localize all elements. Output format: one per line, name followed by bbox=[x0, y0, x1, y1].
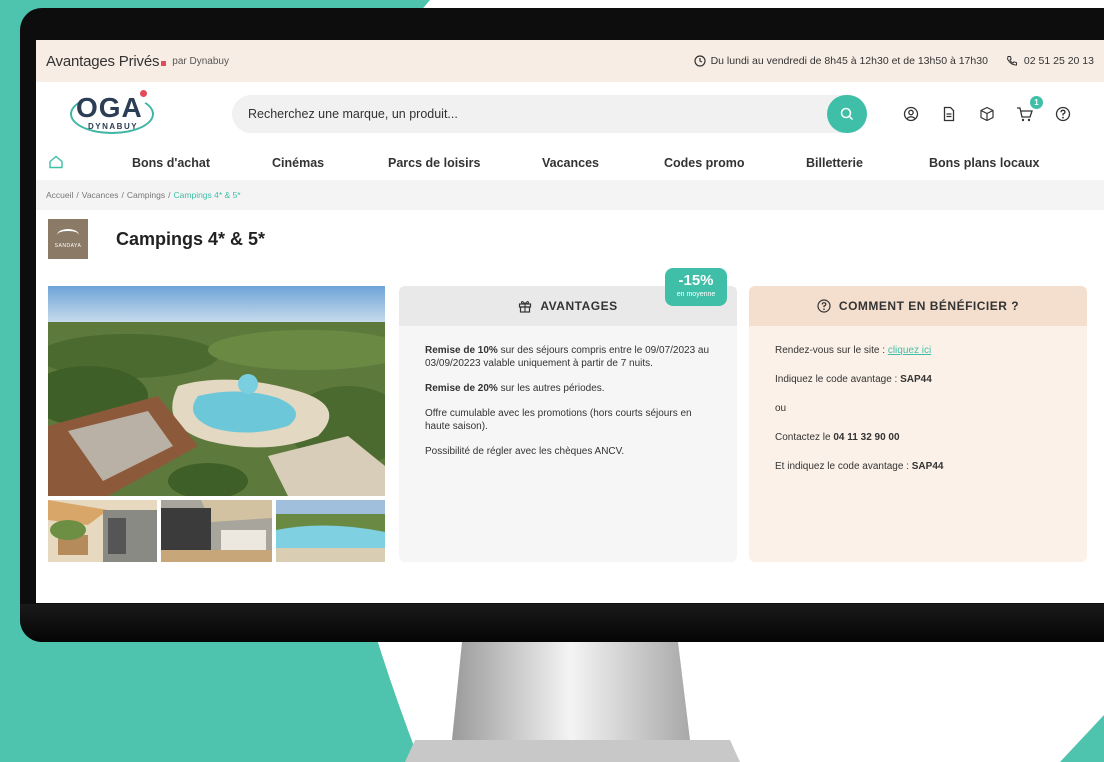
cart-count-badge: 1 bbox=[1030, 96, 1043, 109]
phone-icon bbox=[1006, 56, 1017, 66]
contact-phone-number: 04 11 32 90 00 bbox=[833, 432, 900, 443]
brand-subtitle: par Dynabuy bbox=[172, 55, 229, 67]
thumbnail-pool[interactable] bbox=[276, 500, 385, 562]
clock-icon bbox=[693, 55, 706, 67]
help-button[interactable] bbox=[1053, 104, 1073, 124]
offer-content: AVANTAGES -15% en moyenne Remise de 10% … bbox=[48, 268, 1087, 562]
search-icon bbox=[840, 107, 854, 121]
header-icons: 1 bbox=[901, 96, 1073, 124]
step-visit-site: Rendez-vous sur le site : cliquez ici bbox=[775, 345, 932, 356]
home-icon bbox=[49, 155, 63, 169]
oga-dynabuy-logo[interactable]: OGA DYNABUY bbox=[70, 90, 160, 138]
advantage-1: Remise de 10% sur des séjours compris en… bbox=[425, 345, 710, 369]
step-code-1: Indiquez le code avantage : SAP44 bbox=[775, 374, 932, 385]
how-to-benefit-header: COMMENT EN BÉNÉFICIER ? bbox=[749, 286, 1087, 326]
promo-code-1: SAP44 bbox=[900, 374, 932, 385]
nav-item-vacances[interactable]: Vacances bbox=[542, 156, 599, 170]
breadcrumb: Accueil / Vacances / Campings / Campings 4*… bbox=[36, 180, 1104, 210]
breadcrumb-current: Campings 4* & 5* bbox=[173, 190, 241, 200]
help-icon bbox=[1055, 106, 1071, 122]
cart-icon bbox=[1017, 107, 1033, 122]
phone-number: 02 51 25 20 13 bbox=[1023, 55, 1094, 67]
search-button[interactable] bbox=[827, 95, 867, 133]
advantage-2: Remise de 20% sur les autres périodes. bbox=[425, 383, 605, 394]
discount-caption: en moyenne bbox=[676, 291, 716, 298]
main-photo-campsite-aerial[interactable] bbox=[48, 286, 385, 496]
cart-button[interactable]: 1 bbox=[1015, 96, 1043, 124]
top-bar: Avantages Privés par Dynabuy Du lundi au… bbox=[36, 40, 1104, 82]
discount-badge: -15% en moyenne bbox=[665, 268, 727, 306]
nav-item-billetterie[interactable]: Billetterie bbox=[806, 156, 863, 170]
step-or: ou bbox=[775, 403, 787, 414]
home-link[interactable] bbox=[48, 154, 64, 173]
help-circle-icon bbox=[817, 299, 831, 313]
opening-hours: Du lundi au vendredi de 8h45 à 12h30 et … bbox=[693, 55, 988, 67]
search-bar bbox=[232, 95, 867, 133]
page-header: SANDAYA Campings 4* & 5* bbox=[36, 210, 1104, 268]
nav-item-bons-achat[interactable]: Bons d'achat bbox=[132, 156, 210, 170]
nav-item-parcs-loisirs[interactable]: Parcs de loisirs bbox=[388, 156, 480, 170]
user-icon bbox=[903, 106, 919, 122]
brand-name[interactable]: Avantages Privés bbox=[46, 53, 167, 70]
advantages-card: AVANTAGES -15% en moyenne Remise de 10% … bbox=[399, 268, 737, 562]
discount-percent: -15% bbox=[678, 272, 714, 289]
monitor-chin bbox=[20, 604, 1104, 642]
document-icon bbox=[943, 106, 955, 122]
site-link[interactable]: cliquez ici bbox=[888, 345, 931, 356]
photo-gallery bbox=[48, 286, 385, 562]
contact-phone[interactable]: 02 51 25 20 13 bbox=[1006, 55, 1094, 67]
website-screen: Avantages Privés par Dynabuy Du lundi au… bbox=[36, 40, 1104, 603]
nav-item-bons-plans-locaux[interactable]: Bons plans locaux bbox=[929, 156, 1039, 170]
thumbnail-deck[interactable] bbox=[161, 500, 272, 562]
advantages-body: Remise de 10% sur des séjours compris en… bbox=[399, 326, 737, 488]
box-icon bbox=[980, 106, 994, 122]
step-contact: Contactez le 04 11 32 90 00 bbox=[775, 432, 900, 443]
breadcrumb-accueil[interactable]: Accueil bbox=[46, 190, 73, 200]
breadcrumb-campings[interactable]: Campings bbox=[127, 190, 165, 200]
nav-item-cinemas[interactable]: Cinémas bbox=[272, 156, 324, 170]
advantages-title: AVANTAGES bbox=[540, 299, 618, 313]
gift-icon bbox=[519, 301, 532, 313]
how-to-benefit-body: Rendez-vous sur le site : cliquez ici In… bbox=[749, 326, 1087, 507]
main-nav: Bons d'achat Cinémas Parcs de loisirs Va… bbox=[36, 146, 1104, 180]
thumbnail-terrace[interactable] bbox=[48, 500, 157, 562]
account-button[interactable] bbox=[901, 104, 921, 124]
page-title: Campings 4* & 5* bbox=[116, 228, 266, 249]
promo-code-2: SAP44 bbox=[911, 461, 944, 472]
how-to-benefit-title: COMMENT EN BÉNÉFICIER ? bbox=[838, 299, 1020, 313]
how-to-benefit-card: COMMENT EN BÉNÉFICIER ? Rendez-vous sur … bbox=[749, 286, 1087, 562]
box-button[interactable] bbox=[977, 104, 997, 124]
step-code-2: Et indiquez le code avantage : SAP44 bbox=[775, 461, 944, 472]
site-header: OGA DYNABUY 1 bbox=[36, 82, 1104, 146]
advantage-4: Possibilité de régler avec les chèques A… bbox=[425, 446, 625, 457]
breadcrumb-vacances[interactable]: Vacances bbox=[82, 190, 119, 200]
orders-button[interactable] bbox=[939, 104, 959, 124]
opening-hours-text: Du lundi au vendredi de 8h45 à 12h30 et … bbox=[710, 55, 988, 67]
search-input[interactable] bbox=[232, 107, 792, 121]
advantage-3: Offre cumulable avec les promotions (hor… bbox=[425, 408, 692, 432]
sandaya-logo: SANDAYA bbox=[48, 219, 88, 259]
nav-item-codes-promo[interactable]: Codes promo bbox=[664, 156, 745, 170]
